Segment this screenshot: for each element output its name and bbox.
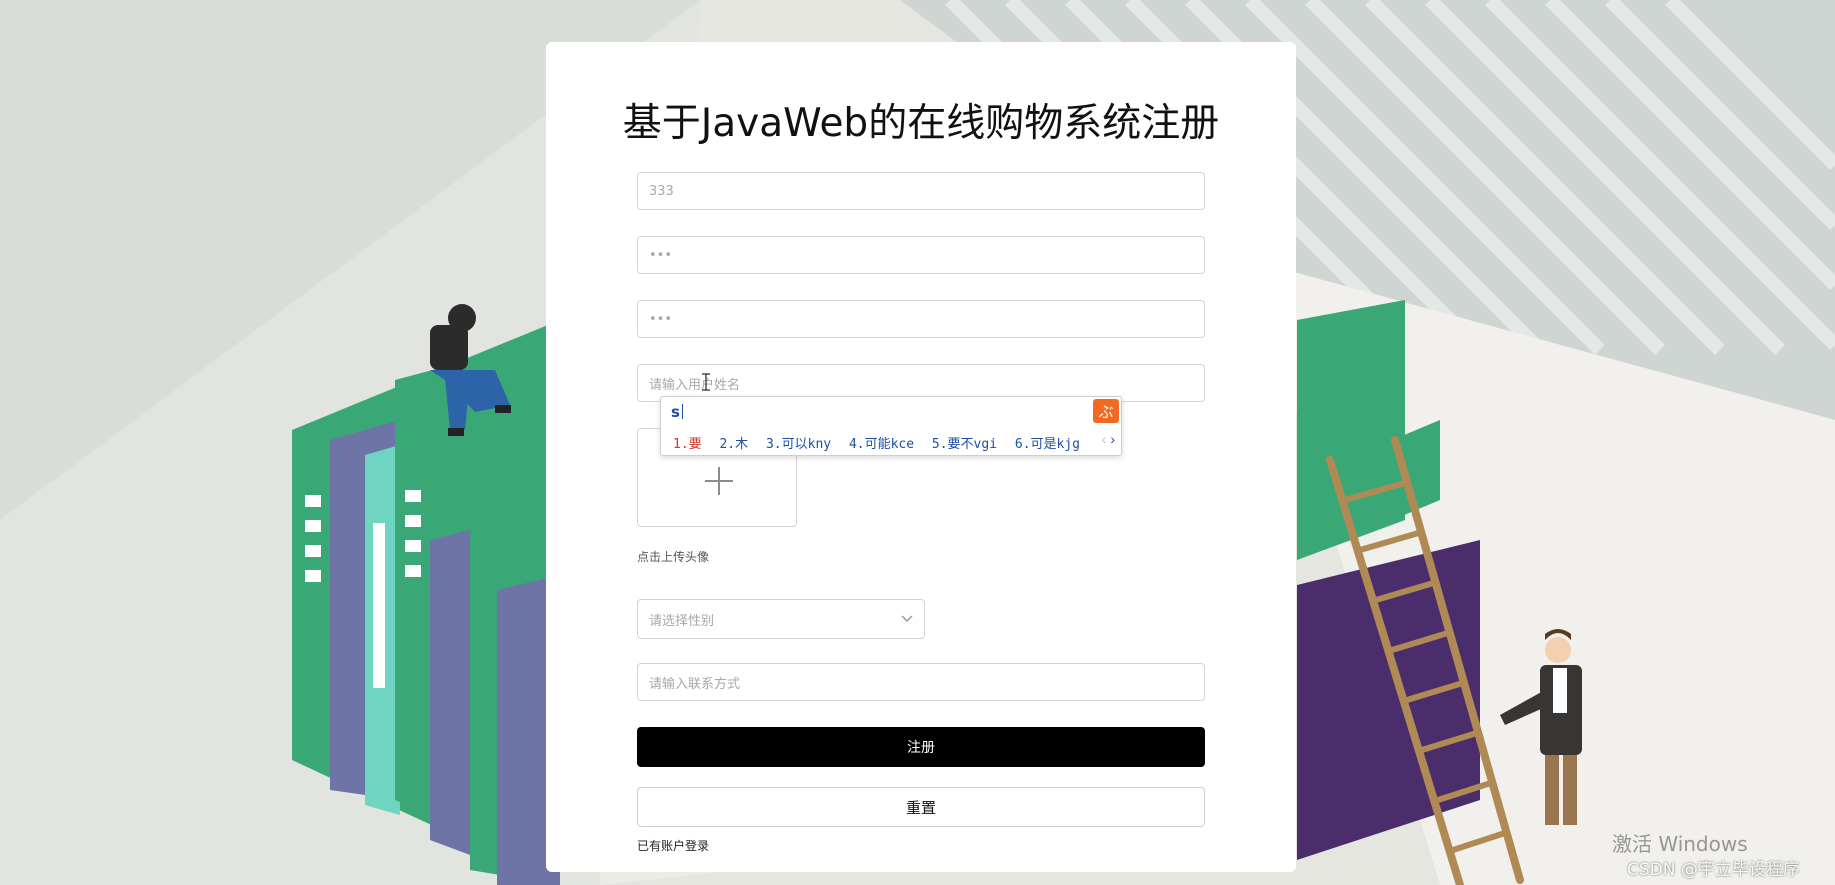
gender-select[interactable]: 请选择性别: [637, 599, 925, 639]
gender-placeholder: 请选择性别: [649, 613, 715, 629]
page-title: 基于JavaWeb的在线购物系统注册: [622, 101, 1220, 146]
realname-placeholder: 请输入用户姓名: [649, 377, 741, 393]
confirm-password-input[interactable]: •••: [637, 300, 1205, 338]
ime-candidate[interactable]: 2.木: [719, 437, 748, 452]
ime-candidate[interactable]: 5.要不vgi: [932, 437, 997, 452]
password-value: •••: [649, 247, 673, 263]
contact-placeholder: 请输入联系方式: [649, 676, 741, 692]
username-value: 333: [649, 183, 674, 199]
ime-candidate[interactable]: 4.可能kce: [849, 437, 914, 452]
reset-button[interactable]: 重置: [637, 787, 1205, 827]
ime-candidate-window: s ぶ 1.要 2.木 3.可以kny 4.可能kce 5.要不vgi 6.可是…: [660, 396, 1122, 456]
confirm-password-value: •••: [649, 311, 673, 327]
ime-composition: s: [671, 403, 683, 421]
register-card: 基于JavaWeb的在线购物系统注册 333 ••• ••• 请输入用户姓名 点…: [546, 42, 1296, 872]
ime-logo-icon: ぶ: [1093, 399, 1119, 423]
chevron-left-icon[interactable]: ‹: [1102, 431, 1107, 447]
upload-hint: 点击上传头像: [637, 550, 710, 564]
password-input[interactable]: •••: [637, 236, 1205, 274]
csdn-watermark: CSDN @宇立毕设程序: [1627, 860, 1800, 880]
chevron-right-icon[interactable]: ›: [1110, 431, 1115, 447]
ime-candidate[interactable]: 1.要: [673, 437, 702, 452]
chevron-down-icon: [901, 615, 913, 623]
ime-candidate[interactable]: 3.可以kny: [766, 437, 831, 452]
plus-icon: [705, 467, 733, 495]
username-input[interactable]: 333: [637, 172, 1205, 210]
ime-input-text: s: [671, 403, 680, 421]
ime-candidate[interactable]: 6.可是kjg: [1015, 437, 1080, 452]
windows-activation-watermark: 激活 Windows: [1612, 832, 1748, 856]
register-button[interactable]: 注册: [637, 727, 1205, 767]
login-link[interactable]: 已有账户登录: [637, 837, 709, 854]
ime-page-arrows: ‹ ›: [1102, 431, 1115, 447]
text-cursor-icon: [702, 373, 710, 391]
contact-input[interactable]: 请输入联系方式: [637, 663, 1205, 701]
ime-candidate-list: 1.要 2.木 3.可以kny 4.可能kce 5.要不vgi 6.可是kjg: [673, 433, 1090, 452]
